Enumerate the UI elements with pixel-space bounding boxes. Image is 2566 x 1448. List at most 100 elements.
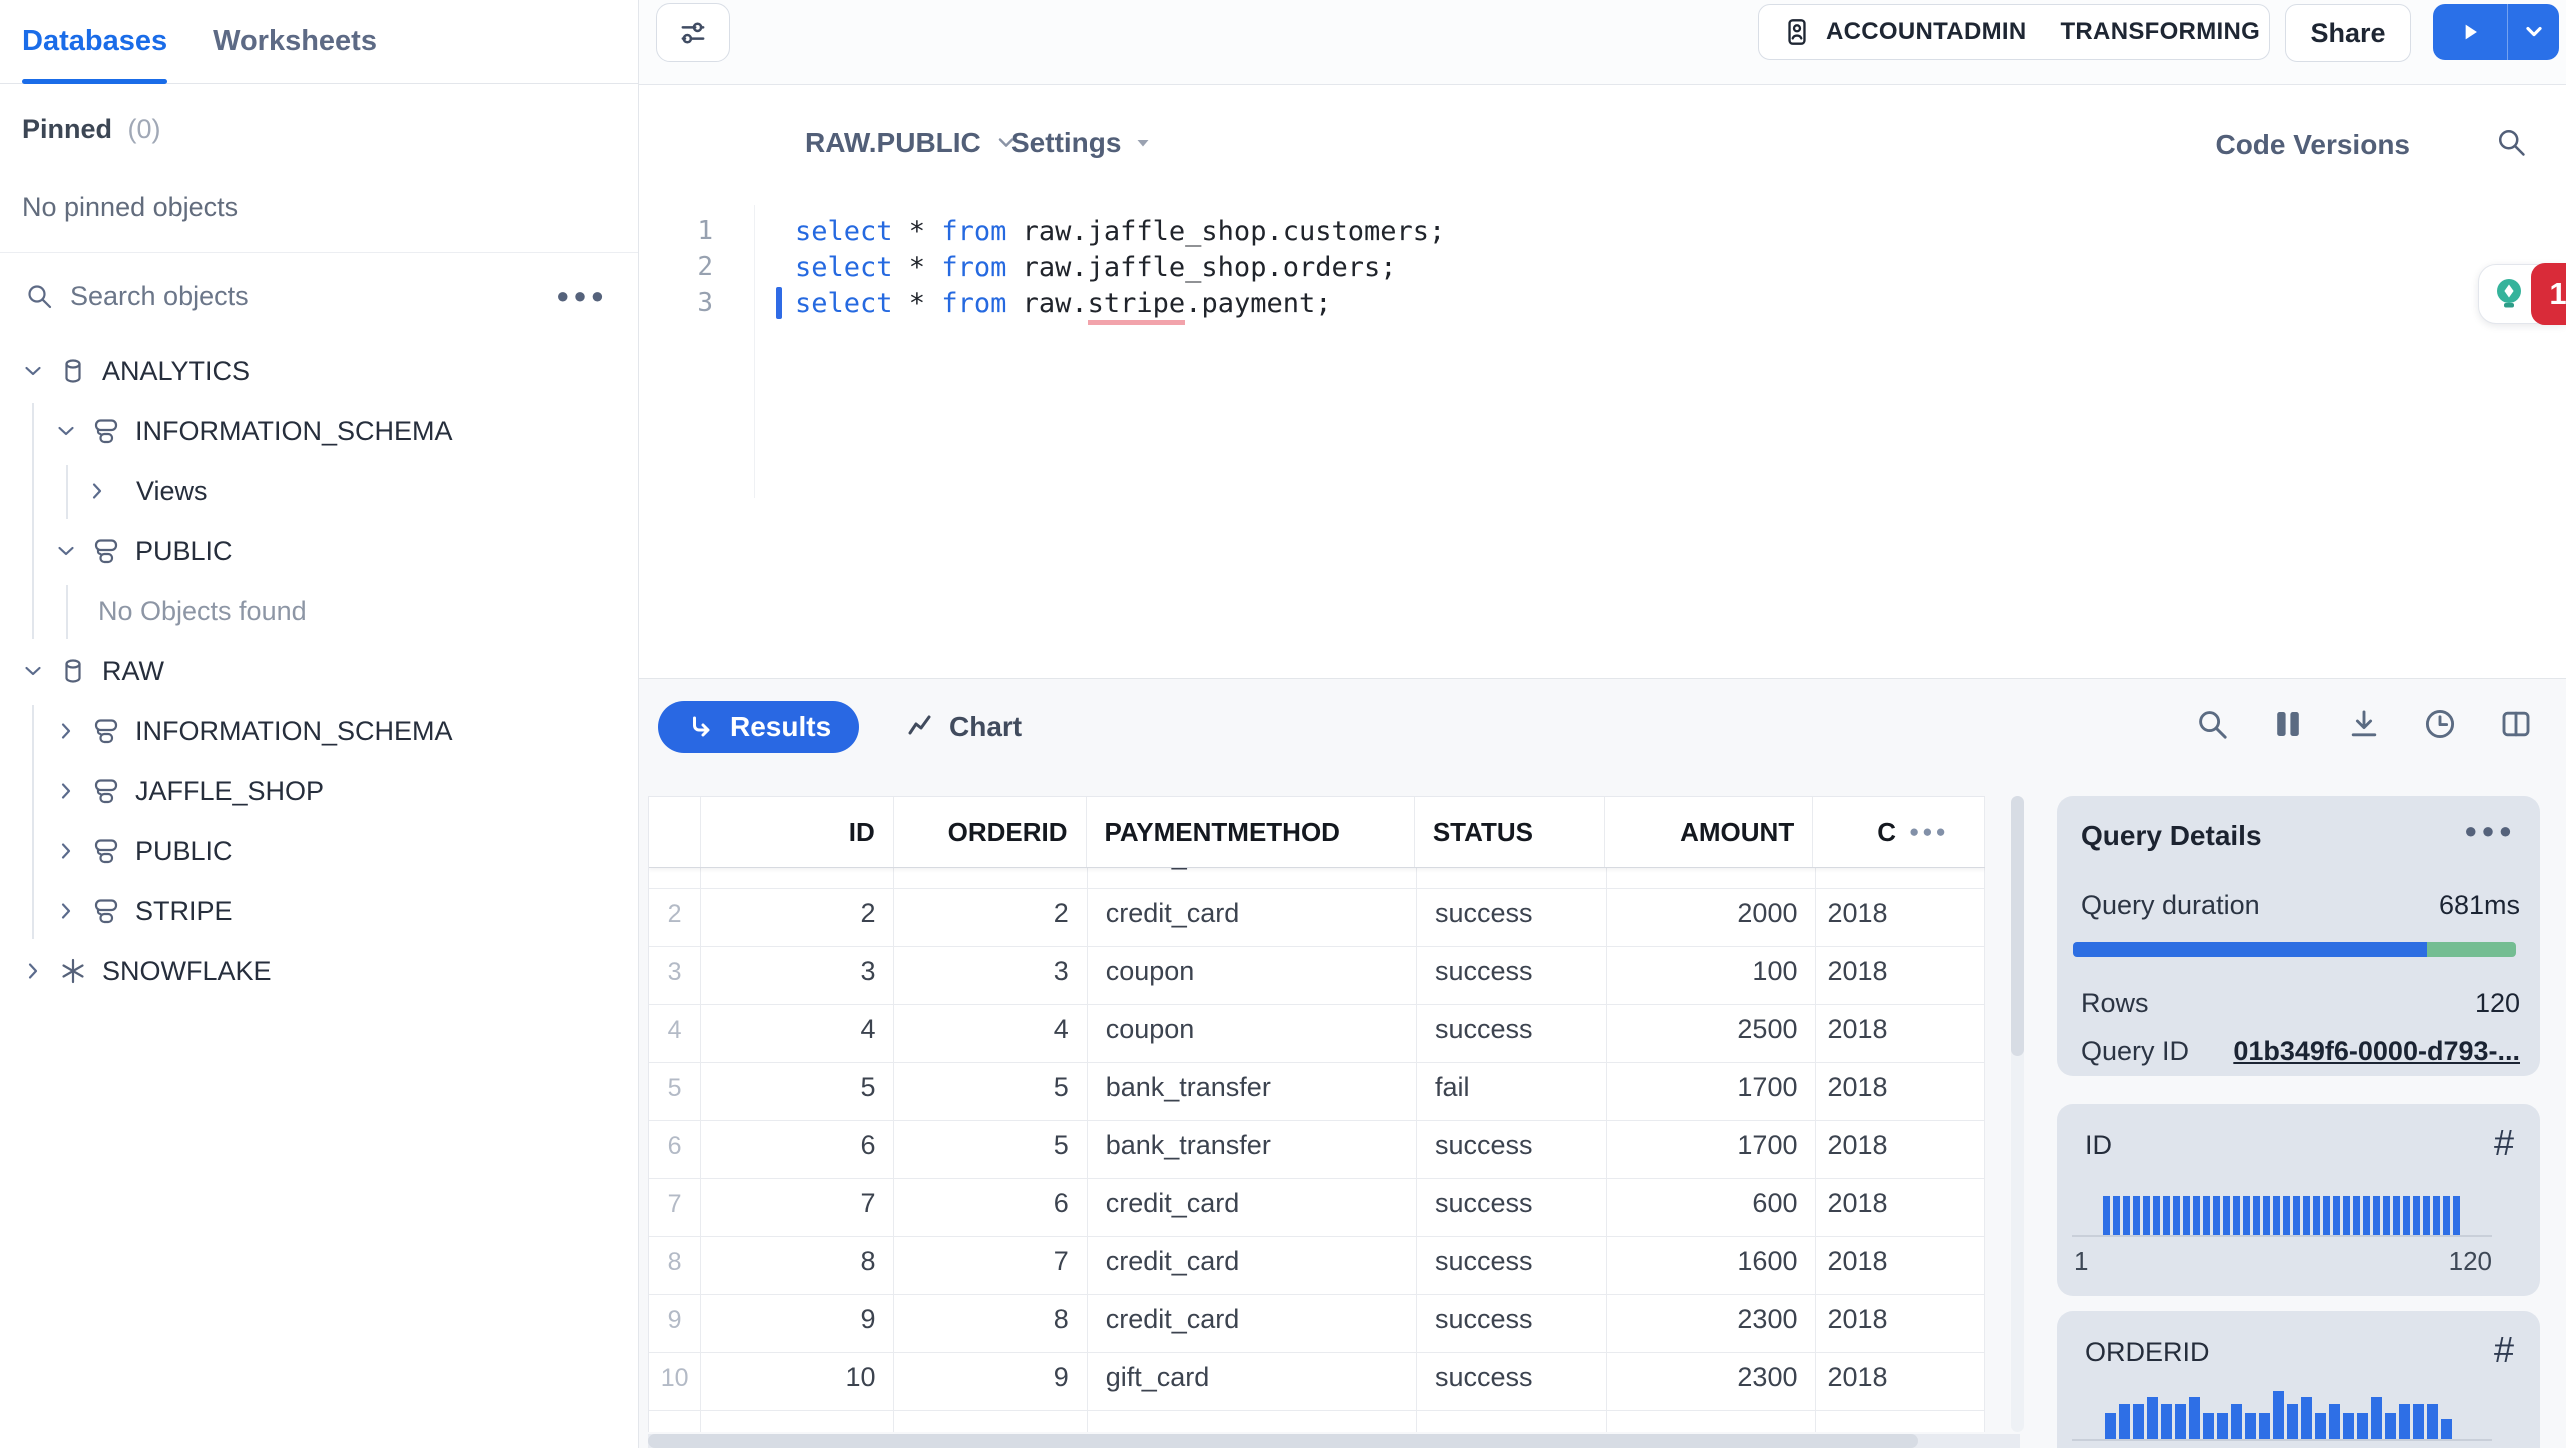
- code-line[interactable]: 3 select * from raw.stripe.payment;: [639, 285, 2566, 325]
- table-row[interactable]: 9 9 8 credit_card success 2300 2018: [649, 1295, 1985, 1353]
- code-block[interactable]: 1 select * from raw.jaffle_shop.customers…: [639, 213, 2566, 325]
- split-pane-icon[interactable]: [2498, 706, 2534, 742]
- share-button[interactable]: Share: [2285, 4, 2411, 62]
- histogram-bar: [2273, 1391, 2284, 1439]
- hidden-columns-icon[interactable]: ●●●: [1909, 797, 1949, 867]
- no-pinned-message: No pinned objects: [22, 192, 239, 222]
- vertical-scrollbar[interactable]: [2011, 796, 2024, 1432]
- table-row[interactable]: 10 10 9 gift_card success 2300 2018: [649, 1353, 1985, 1411]
- share-label: Share: [2310, 17, 2386, 48]
- table-row[interactable]: 2 2 2 credit_card success 2000 2018: [649, 889, 1985, 947]
- chevron-down-icon[interactable]: [53, 418, 79, 444]
- orderid-histogram: [2105, 1391, 2452, 1439]
- chevron-right-icon[interactable]: [53, 778, 79, 804]
- chevron-right-icon[interactable]: [84, 478, 110, 504]
- chevron-right-icon[interactable]: [20, 958, 46, 984]
- column-header-amount[interactable]: AMOUNT: [1605, 797, 1814, 867]
- scrollbar-thumb[interactable]: [2011, 796, 2024, 1056]
- number-type-icon: #: [2493, 1329, 2514, 1370]
- tree-item-public[interactable]: PUBLIC: [0, 521, 638, 581]
- column-header-status[interactable]: STATUS: [1415, 797, 1605, 867]
- columns-icon[interactable]: [2270, 706, 2306, 742]
- tab-results[interactable]: Results: [658, 701, 860, 753]
- table-cell: 6: [649, 1121, 702, 1178]
- column-stats-card-id[interactable]: ID # 1 120: [2057, 1104, 2540, 1296]
- sql-editor[interactable]: RAW.PUBLIC Settings Code Versions 1 selec…: [639, 85, 2566, 678]
- results-table-header: ID ORDERID PAYMENTMETHOD STATUS AMOUNT C: [649, 797, 1985, 868]
- tree-item-information-schema[interactable]: INFORMATION_SCHEMA: [0, 401, 638, 461]
- tree-item-jaffle-shop[interactable]: JAFFLE_SHOP: [0, 761, 638, 821]
- column-header-orderid[interactable]: ORDERID: [894, 797, 1087, 867]
- tree-item-label: No Objects found: [98, 595, 307, 626]
- schema-icon: [91, 896, 121, 926]
- table-cell: success: [1417, 889, 1608, 946]
- worksheet-options-button[interactable]: [656, 3, 730, 62]
- query-id-link[interactable]: 01b349f6-0000-d793-...: [2233, 1036, 2520, 1067]
- histogram-bar: [2413, 1196, 2420, 1236]
- table-cell: 2: [894, 889, 1088, 946]
- history-icon[interactable]: [2422, 706, 2458, 742]
- query-details-menu-icon[interactable]: ●●●: [2464, 820, 2516, 842]
- table-cell: 4: [701, 1005, 895, 1062]
- table-row[interactable]: 111credit_cardsuccess10002018: [649, 867, 1985, 889]
- x-axis-max-label: 120: [2448, 1246, 2492, 1276]
- column-header-rownum[interactable]: [649, 797, 702, 867]
- run-button[interactable]: [2433, 4, 2508, 60]
- table-cell: [1088, 1411, 1417, 1432]
- chevron-right-icon[interactable]: [53, 838, 79, 864]
- chevron-right-icon[interactable]: [53, 898, 79, 924]
- tree-item-label: PUBLIC: [135, 535, 233, 566]
- table-row[interactable]: 6 6 5 bank_transfer success 1700 2018: [649, 1121, 1985, 1179]
- scrollbar-thumb[interactable]: [648, 1434, 1918, 1448]
- chevron-down-icon[interactable]: [20, 358, 46, 384]
- tree-item-information-schema[interactable]: INFORMATION_SCHEMA: [0, 701, 638, 761]
- column-header-paymentmethod[interactable]: PAYMENTMETHOD: [1087, 797, 1415, 867]
- tree-guide-line: [32, 705, 34, 939]
- table-cell: 6: [894, 1179, 1088, 1236]
- table-row[interactable]: 7 7 6 credit_card success 600 2018: [649, 1179, 1985, 1237]
- tab-databases[interactable]: Databases: [22, 0, 168, 84]
- object-search[interactable]: Search objects ●●●: [24, 270, 608, 322]
- database-context-selector[interactable]: RAW.PUBLIC: [805, 121, 1019, 165]
- code-text: select * from raw.jaffle_shop.customers;: [795, 215, 1446, 247]
- table-row[interactable]: 4 4 4 coupon success 2500 2018: [649, 1005, 1985, 1063]
- tree-item-analytics[interactable]: ANALYTICS: [0, 341, 638, 401]
- tab-chart[interactable]: Chart: [905, 701, 1022, 753]
- settings-menu[interactable]: Settings: [1011, 121, 1153, 165]
- chevron-down-icon[interactable]: [20, 658, 46, 684]
- column-header-id[interactable]: ID: [701, 797, 894, 867]
- tree-item-public[interactable]: PUBLIC: [0, 821, 638, 881]
- table-row[interactable]: [649, 1411, 1985, 1432]
- code-versions-button[interactable]: Code Versions: [2215, 129, 2410, 161]
- x-axis-line: [2072, 1235, 2492, 1237]
- chevron-right-icon[interactable]: [53, 718, 79, 744]
- tree-item-snowflake[interactable]: SNOWFLAKE: [0, 941, 638, 1001]
- table-row[interactable]: 3 3 3 coupon success 100 2018: [649, 947, 1985, 1005]
- table-row[interactable]: 5 5 5 bank_transfer fail 1700 2018: [649, 1063, 1985, 1121]
- tab-worksheets[interactable]: Worksheets: [213, 0, 377, 84]
- code-line[interactable]: 1 select * from raw.jaffle_shop.customers…: [639, 213, 2566, 249]
- code-line[interactable]: 2 select * from raw.jaffle_shop.orders;: [639, 249, 2566, 285]
- number-type-icon: #: [2493, 1122, 2514, 1163]
- tree-item-stripe[interactable]: STRIPE: [0, 881, 638, 941]
- table-cell: coupon: [1088, 1005, 1417, 1062]
- search-results-icon[interactable]: [2194, 706, 2230, 742]
- pinned-section-header: Pinned (0): [22, 114, 161, 145]
- tree-item-views[interactable]: Views: [0, 461, 638, 521]
- chevron-down-icon[interactable]: [53, 538, 79, 564]
- horizontal-scrollbar[interactable]: [648, 1434, 2020, 1448]
- sidebar-more-menu-icon[interactable]: ●●●: [556, 285, 608, 307]
- tree-item-raw[interactable]: RAW: [0, 641, 638, 701]
- editor-search-icon[interactable]: [2494, 125, 2528, 159]
- copilot-suggestion-button[interactable]: 1: [2478, 263, 2566, 325]
- role-warehouse-selector[interactable]: ACCOUNTADMIN TRANSFORMING: [1758, 4, 2270, 60]
- table-cell: 2018: [1816, 1179, 1985, 1236]
- play-icon: [2457, 19, 2483, 45]
- histogram-bar: [2105, 1413, 2116, 1439]
- database-context-value: RAW.PUBLIC: [805, 127, 981, 158]
- download-icon[interactable]: [2346, 706, 2382, 742]
- run-options-button[interactable]: [2508, 4, 2559, 60]
- table-row[interactable]: 8 8 7 credit_card success 1600 2018: [649, 1237, 1985, 1295]
- column-header-c[interactable]: C: [1813, 797, 1985, 867]
- column-stats-card-orderid[interactable]: ORDERID #: [2057, 1311, 2540, 1448]
